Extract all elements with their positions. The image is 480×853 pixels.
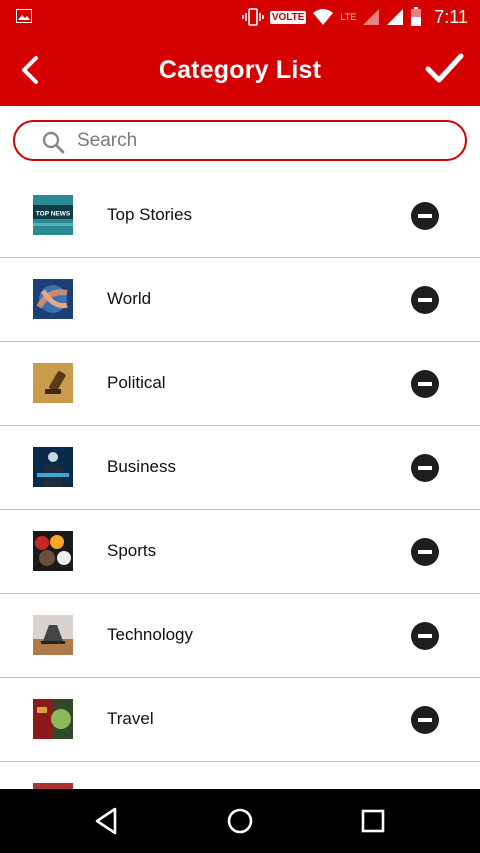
- signal-icon-sim2: [387, 9, 404, 25]
- list-item[interactable]: Sports: [0, 510, 480, 594]
- remove-icon[interactable]: [411, 286, 439, 314]
- technology-thumbnail: [33, 615, 73, 655]
- recents-square-icon[interactable]: [357, 805, 389, 837]
- category-label: Business: [107, 457, 176, 476]
- page-title: Category List: [158, 56, 322, 84]
- wifi-icon: [313, 9, 334, 25]
- checkmark-icon[interactable]: [424, 48, 464, 88]
- category-label: World: [107, 289, 152, 308]
- search-input[interactable]: [77, 126, 447, 156]
- top-stories-thumbnail: TOP NEWS: [33, 195, 73, 235]
- home-circle-icon[interactable]: [224, 805, 256, 837]
- app-bar: Category List: [0, 34, 480, 106]
- category-label: Technology: [107, 625, 194, 644]
- remove-icon[interactable]: [411, 370, 439, 398]
- list-item[interactable]: Technology: [0, 594, 480, 678]
- list-item[interactable]: Travel: [0, 678, 480, 762]
- category-label: Travel: [107, 709, 154, 728]
- list-item[interactable]: World: [0, 258, 480, 342]
- back-triangle-icon[interactable]: [91, 805, 123, 837]
- thumb-text: TOP NEWS: [36, 211, 71, 218]
- list-item[interactable]: Political: [0, 342, 480, 426]
- category-label: Political: [107, 373, 166, 392]
- category-list: TOP NEWS Top Stories World Political Bus…: [0, 174, 480, 846]
- image-notification-icon: [16, 9, 32, 23]
- search-bar: [13, 120, 467, 161]
- remove-icon[interactable]: [411, 706, 439, 734]
- list-item[interactable]: Business: [0, 426, 480, 510]
- lte-label: LTE: [340, 12, 357, 22]
- signal-icon-sim1: [363, 9, 380, 25]
- remove-icon[interactable]: [411, 202, 439, 230]
- system-navigation-bar: [0, 789, 480, 853]
- vibrate-icon: [242, 8, 264, 26]
- remove-icon[interactable]: [411, 538, 439, 566]
- category-label: Top Stories: [107, 205, 193, 224]
- business-thumbnail: [33, 447, 73, 487]
- world-thumbnail: [33, 279, 73, 319]
- sports-thumbnail: [33, 531, 73, 571]
- battery-icon: [411, 7, 422, 26]
- list-item[interactable]: TOP NEWS Top Stories: [0, 174, 480, 258]
- volte-badge: VOLTE: [269, 10, 307, 24]
- clock: 7:11: [434, 6, 468, 27]
- status-bar: VOLTE LTE 7:11: [0, 0, 480, 34]
- remove-icon[interactable]: [411, 454, 439, 482]
- travel-thumbnail: [33, 699, 73, 739]
- political-thumbnail: [33, 363, 73, 403]
- search-icon: [42, 131, 65, 154]
- category-label: Sports: [107, 541, 157, 560]
- remove-icon[interactable]: [411, 622, 439, 650]
